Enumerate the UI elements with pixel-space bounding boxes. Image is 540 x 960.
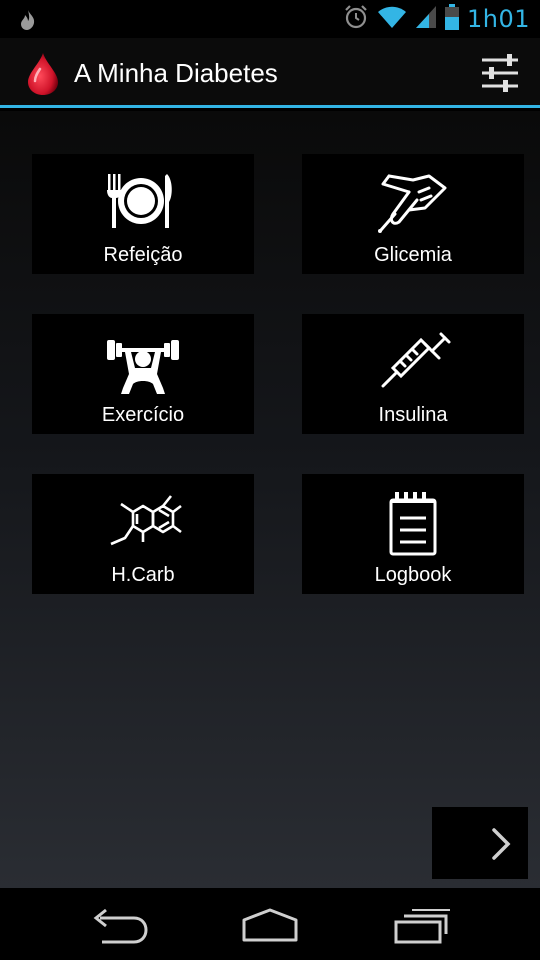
tile-label: Logbook xyxy=(374,564,452,586)
home-button[interactable] xyxy=(230,902,310,946)
chevron-right-icon xyxy=(492,828,511,860)
tile-insulina[interactable]: Insulina xyxy=(302,314,524,434)
syringe-icon xyxy=(381,332,451,388)
app-title: A Minha Diabetes xyxy=(74,58,278,88)
next-button[interactable] xyxy=(432,807,528,879)
tile-label: Insulina xyxy=(378,404,448,426)
alarm-icon xyxy=(343,4,369,35)
back-icon xyxy=(93,908,148,944)
recents-icon xyxy=(394,909,450,944)
blood-drop-icon xyxy=(26,51,60,102)
wifi-icon xyxy=(377,5,407,34)
notepad-icon xyxy=(389,492,437,556)
recents-button[interactable] xyxy=(380,902,460,946)
tile-label: H.Carb xyxy=(111,564,175,586)
tile-glicemia[interactable]: Glicemia xyxy=(302,154,524,274)
tile-exercicio[interactable]: Exercício xyxy=(32,314,254,434)
signal-icon xyxy=(415,5,437,34)
flame-icon xyxy=(18,9,38,36)
tile-label: Refeição xyxy=(103,244,183,266)
main-content: Refeição Glicemia Exercício Insulina H.C… xyxy=(0,111,540,888)
back-button[interactable] xyxy=(80,902,160,946)
tile-logbook[interactable]: Logbook xyxy=(302,474,524,594)
status-clock: 1h01 xyxy=(466,5,530,33)
sliders-icon xyxy=(482,54,518,92)
action-bar: A Minha Diabetes xyxy=(0,38,540,108)
plate-cutlery-icon xyxy=(107,174,172,228)
home-icon xyxy=(242,908,298,942)
battery-icon xyxy=(444,3,459,35)
molecule-icon xyxy=(110,495,182,546)
status-bar: 1h01 xyxy=(0,0,540,38)
weightlifter-icon xyxy=(107,340,179,394)
tile-refeicao[interactable]: Refeição xyxy=(32,154,254,274)
settings-button[interactable] xyxy=(478,52,522,94)
tile-label: Glicemia xyxy=(374,244,452,266)
finger-lancet-icon xyxy=(378,174,447,233)
navigation-bar xyxy=(0,888,540,960)
tile-hcarb[interactable]: H.Carb xyxy=(32,474,254,594)
tile-label: Exercício xyxy=(101,404,185,426)
